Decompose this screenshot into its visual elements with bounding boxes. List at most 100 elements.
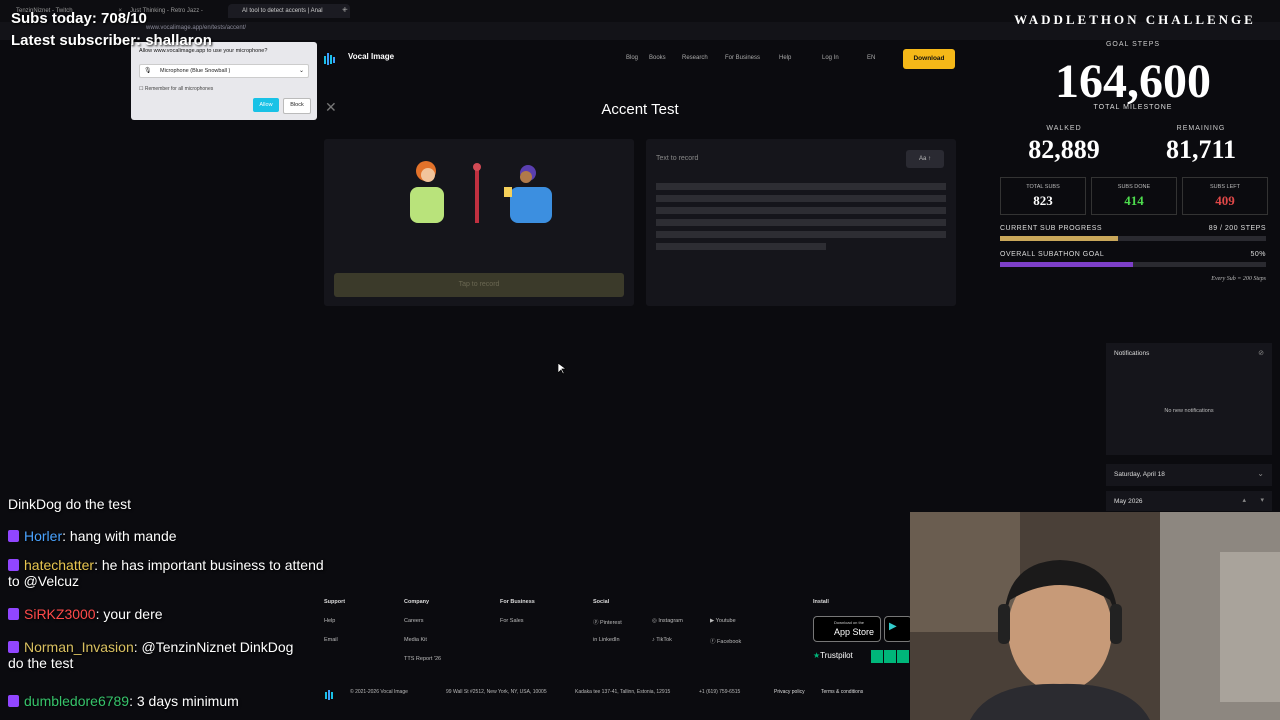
tab-label: AI tool to detect accents | Anal [242, 8, 323, 14]
subs-left-box: SUBS LEFT 409 [1182, 177, 1268, 215]
copyright: © 2021-2026 Vocal Image [350, 689, 408, 695]
footer-link-pinterest[interactable]: ⓟ Pinterest [593, 618, 622, 626]
twitch-icon [8, 530, 19, 542]
nav-help[interactable]: Help [779, 55, 791, 61]
footer-link-help[interactable]: Help [324, 618, 335, 624]
trustpilot-rating [871, 650, 910, 663]
overall-goal-value: 50% [1250, 251, 1266, 258]
microphone-select[interactable]: 🎙 Microphone (Blue Snowball ) ⌄ [139, 64, 309, 78]
current-progress-fill [1000, 236, 1119, 241]
footer-link-careers[interactable]: Careers [404, 618, 424, 624]
text-placeholder-line [656, 231, 946, 238]
linkedin-label: LinkedIn [598, 637, 620, 643]
tap-to-record-button[interactable]: Tap to record [334, 273, 624, 297]
footer-link-linkedin[interactable]: in LinkedIn [593, 637, 620, 643]
subs-left-value: 409 [1215, 193, 1235, 208]
text-to-record-label: Text to record [656, 155, 699, 162]
footer-logo-icon [325, 687, 337, 705]
no-notifications-text: No new notifications [1164, 408, 1214, 414]
footer-install-heading: Install [813, 599, 829, 605]
nav-research[interactable]: Research [682, 55, 708, 61]
allow-button[interactable]: Allow [253, 98, 279, 112]
instagram-label: Instagram [658, 618, 683, 624]
twitch-icon [8, 559, 19, 571]
footer-link-email[interactable]: Email [324, 637, 338, 643]
new-tab-icon[interactable]: + [340, 4, 356, 18]
nav-for-business[interactable]: For Business [725, 55, 760, 61]
twitch-icon [8, 695, 19, 707]
app-store-badge[interactable]: Download on the App Store [813, 616, 881, 642]
chevron-down-icon[interactable]: ⌄ [1257, 469, 1264, 478]
chat-message: DinkDog do the test [8, 496, 131, 512]
footer-link-facebook[interactable]: ⓕ Facebook [710, 637, 741, 645]
download-button[interactable]: Download [903, 49, 955, 69]
nav-language[interactable]: EN [867, 55, 875, 61]
text-to-record-card: Text to record Aa ↑ [646, 139, 956, 306]
terms-link[interactable]: Terms & conditions [821, 689, 863, 695]
calendar-date-row[interactable]: Saturday, April 18 ⌄ [1106, 464, 1272, 486]
chat-message: SiRKZ3000: your dere [8, 606, 163, 622]
challenge-banner: WADDLETHON CHALLENGE [1014, 12, 1256, 27]
calendar-month-row: May 2026 ▴ ▾ [1106, 491, 1272, 511]
vocal-image-logo-icon [324, 52, 336, 65]
remember-checkbox[interactable]: ☐ Remember for all microphones [139, 86, 213, 92]
privacy-link[interactable]: Privacy policy [774, 689, 805, 695]
address-us: 99 Wall St #2512, New York, NY, USA, 100… [446, 689, 547, 695]
microphone-device-label: Microphone (Blue Snowball ) [160, 68, 231, 74]
nav-log-in[interactable]: Log In [822, 55, 839, 61]
pinterest-icon: ⓟ [593, 620, 599, 626]
subs-done-box: SUBS DONE 414 [1091, 177, 1177, 215]
chat-message: hatechatter: he has important business t… [8, 557, 324, 589]
subs-today-counter: Subs today: 708/10 [11, 10, 147, 27]
tiktok-label: TikTok [656, 637, 672, 643]
notifications-title: Notifications [1114, 350, 1150, 357]
current-progress-value: 89 / 200 STEPS [1208, 225, 1266, 232]
url-text[interactable]: www.vocalimage.app/en/tests/accent/ [146, 25, 246, 31]
clear-notifications-icon[interactable]: ⊘ [1258, 349, 1264, 357]
facebook-label: Facebook [717, 639, 742, 645]
footer-support-heading: Support [324, 599, 346, 605]
footer-social-heading: Social [593, 599, 610, 605]
nav-books[interactable]: Books [649, 55, 666, 61]
footer-link-for-sales[interactable]: For Sales [500, 618, 524, 624]
pinterest-label: Pinterest [600, 620, 622, 626]
footer-link-tiktok[interactable]: ♪ TikTok [652, 637, 672, 643]
site-logo-text[interactable]: Vocal Image [348, 52, 394, 61]
text-placeholder-line [656, 195, 946, 202]
record-card: Tap to record [324, 139, 634, 306]
subs-left-label: SUBS LEFT [1210, 184, 1240, 190]
google-play-badge[interactable]: ▶ [884, 616, 912, 642]
walked-value: 82,889 [1028, 135, 1100, 164]
twitch-icon [8, 608, 19, 620]
current-progress-bar [1000, 236, 1266, 241]
microphone-icon: 🎙 [144, 68, 152, 74]
illustration [402, 157, 562, 227]
trustpilot-logo[interactable]: ★Trustpilot [813, 651, 853, 660]
footer-link-youtube[interactable]: ▶ Youtube [710, 618, 736, 624]
total-subs-label: TOTAL SUBS [1026, 184, 1060, 190]
app-store-label: App Store [834, 627, 875, 637]
chat-username: dumbledore6789 [24, 693, 130, 709]
chevron-up-icon[interactable]: ▴ [1242, 496, 1246, 504]
instagram-icon: ◎ [652, 618, 657, 624]
footer-link-instagram[interactable]: ◎ Instagram [652, 618, 683, 624]
chat-username: Norman_Invasion [24, 639, 134, 655]
nav-blog[interactable]: Blog [626, 55, 638, 61]
tab-accent-tool[interactable]: AI tool to detect accents | Anal × [228, 4, 350, 18]
font-size-button[interactable]: Aa ↑ [906, 150, 944, 168]
font-size-label: Aa [918, 156, 927, 162]
calendar-month: May 2026 [1114, 498, 1143, 505]
text-placeholder-line [656, 183, 946, 190]
footer-link-media-kit[interactable]: Media Kit [404, 637, 427, 643]
close-icon[interactable]: ✕ [325, 99, 337, 116]
remaining-label: REMAINING [1176, 125, 1226, 132]
footer-link-tts-report[interactable]: TTS Report '26 [404, 656, 441, 662]
chevron-down-icon[interactable]: ▾ [1260, 496, 1264, 504]
app-store-small-label: Download on the [834, 620, 865, 625]
youtube-icon: ▶ [710, 618, 715, 624]
goal-steps-value: 164,600 [1055, 55, 1211, 108]
facebook-icon: ⓕ [710, 639, 716, 645]
youtube-label: Youtube [715, 618, 736, 624]
block-button[interactable]: Block [283, 98, 311, 114]
text-placeholder-line [656, 219, 946, 226]
